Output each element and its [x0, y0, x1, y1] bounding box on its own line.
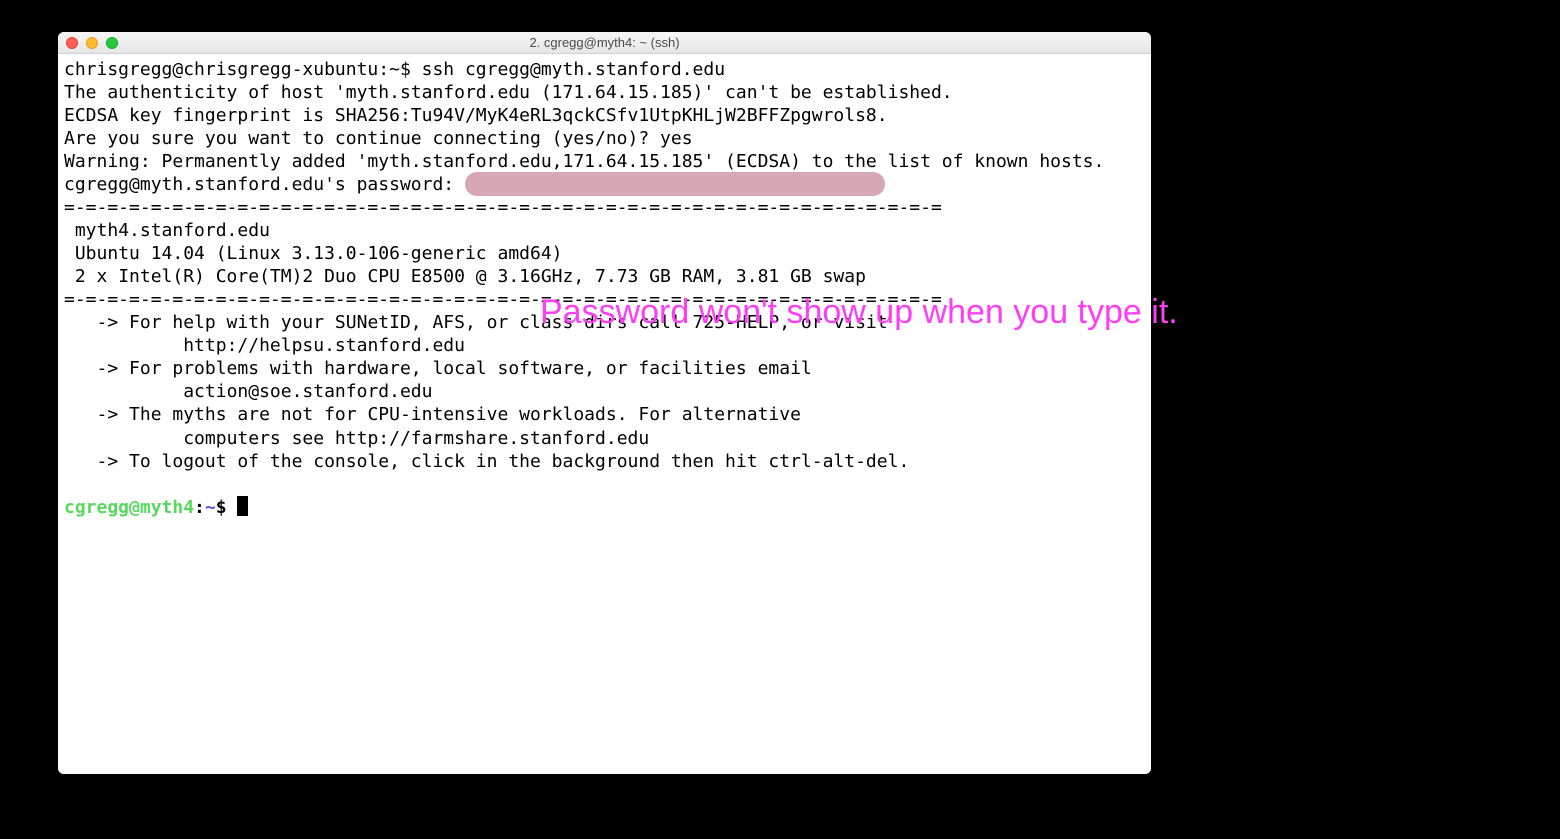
window-title-bar[interactable]: 2. cgregg@myth4: ~ (ssh): [58, 32, 1151, 54]
terminal-body[interactable]: chrisgregg@chrisgregg-xubuntu:~$ ssh cgr…: [58, 54, 1151, 774]
terminal-line: ECDSA key fingerprint is SHA256:Tu94V/My…: [64, 105, 888, 126]
prompt-dollar: $: [216, 497, 238, 518]
terminal-line: http://helpsu.stanford.edu: [64, 335, 465, 356]
terminal-line: -> For problems with hardware, local sof…: [64, 358, 812, 379]
prompt-tilde: ~: [205, 497, 216, 518]
terminal-line: -> The myths are not for CPU-intensive w…: [64, 404, 801, 425]
password-redaction: [465, 172, 885, 196]
cursor-icon: [237, 496, 248, 516]
annotation-text: Password won't show up when you type it.: [540, 293, 1178, 332]
prompt-user: cgregg@myth4: [64, 497, 194, 518]
terminal-line: -> To logout of the console, click in th…: [64, 451, 909, 472]
terminal-line: The authenticity of host 'myth.stanford.…: [64, 82, 953, 103]
terminal-window: 2. cgregg@myth4: ~ (ssh) chrisgregg@chri…: [58, 32, 1151, 774]
terminal-line: chrisgregg@chrisgregg-xubuntu:~$ ssh cgr…: [64, 59, 725, 80]
terminal-line: myth4.stanford.edu: [64, 220, 270, 241]
terminal-line: action@soe.stanford.edu: [64, 381, 432, 402]
terminal-line: Are you sure you want to continue connec…: [64, 128, 693, 149]
terminal-line: computers see http://farmshare.stanford.…: [64, 428, 649, 449]
window-title: 2. cgregg@myth4: ~ (ssh): [58, 35, 1151, 50]
terminal-line: Ubuntu 14.04 (Linux 3.13.0-106-generic a…: [64, 243, 563, 264]
terminal-line: Warning: Permanently added 'myth.stanfor…: [64, 151, 1104, 172]
close-icon[interactable]: [66, 37, 78, 49]
traffic-lights: [58, 37, 118, 49]
prompt-colon: :: [194, 497, 205, 518]
maximize-icon[interactable]: [106, 37, 118, 49]
terminal-line: 2 x Intel(R) Core(TM)2 Duo CPU E8500 @ 3…: [64, 266, 866, 287]
minimize-icon[interactable]: [86, 37, 98, 49]
terminal-line: =-=-=-=-=-=-=-=-=-=-=-=-=-=-=-=-=-=-=-=-…: [64, 197, 942, 218]
terminal-line: cgregg@myth.stanford.edu's password:: [64, 174, 465, 195]
